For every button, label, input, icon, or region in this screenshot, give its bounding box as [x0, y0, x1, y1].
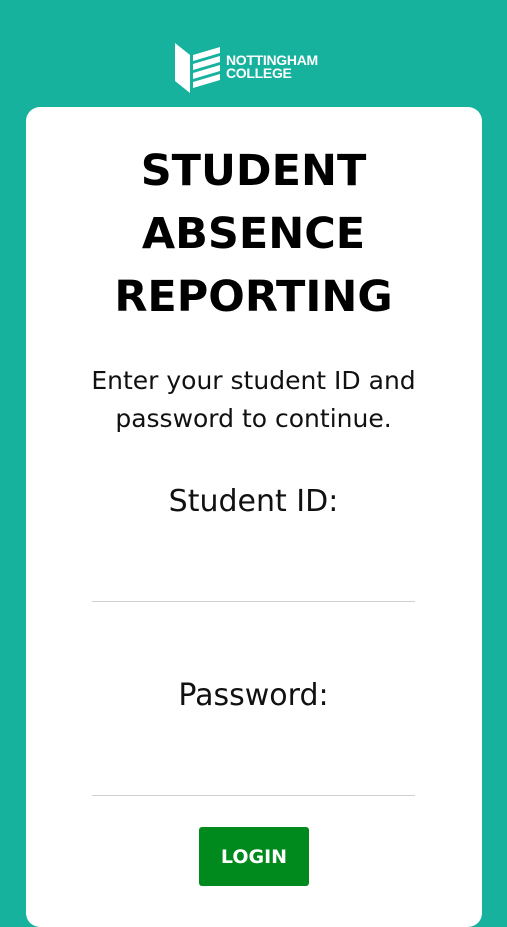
page-title-line-1: STUDENT [140, 146, 367, 196]
logo-wordmark: NOTTINGHAM COLLEGE [226, 53, 318, 81]
login-button[interactable]: LOGIN [199, 827, 309, 886]
password-input[interactable] [92, 756, 415, 796]
login-instructions: Enter your student ID and password to co… [40, 362, 467, 438]
instruction-line-1: Enter your student ID and [91, 366, 416, 395]
password-label: Password: [178, 678, 329, 713]
college-logo: NOTTINGHAM COLLEGE [173, 41, 318, 93]
student-id-label: Student ID: [168, 484, 339, 519]
nottingham-college-logo-icon [175, 43, 220, 93]
student-id-input[interactable] [92, 562, 415, 602]
page-title: STUDENT ABSENCE REPORTING [0, 140, 507, 329]
instruction-line-2: password to continue. [115, 404, 392, 433]
page-title-line-2: ABSENCE [141, 209, 366, 259]
logo-line-2: COLLEGE [226, 65, 292, 81]
page-title-line-3: REPORTING [114, 272, 393, 322]
